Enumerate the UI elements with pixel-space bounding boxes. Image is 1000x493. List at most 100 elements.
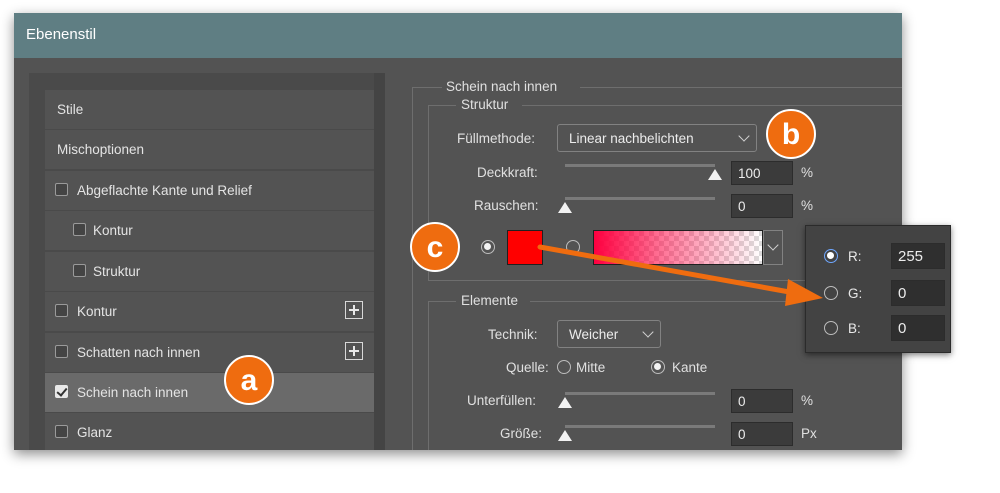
inner-shadow-checkbox[interactable]: [55, 345, 68, 358]
r-input[interactable]: 255: [891, 243, 945, 269]
style-item-stroke[interactable]: Kontur: [45, 292, 374, 331]
b-label: B:: [848, 321, 861, 336]
source-center-radio[interactable]: [557, 360, 571, 374]
noise-unit: %: [801, 198, 814, 213]
choke-value: 0: [738, 394, 746, 409]
size-label: Größe:: [500, 426, 543, 441]
blend-mode-label: Füllmethode:: [457, 131, 536, 146]
chevron-down-icon: [738, 130, 750, 142]
solid-color-radio[interactable]: [481, 240, 495, 254]
opacity-label: Deckkraft:: [477, 165, 538, 180]
r-label: R:: [848, 249, 862, 264]
bevel-emboss-checkbox[interactable]: [55, 183, 68, 196]
g-label: G:: [848, 286, 863, 301]
style-item-bevel-emboss[interactable]: Abgeflachte Kante und Relief: [45, 171, 374, 210]
opacity-slider-thumb[interactable]: [708, 169, 722, 180]
choke-unit: %: [801, 393, 814, 408]
b-value: 0: [898, 320, 907, 337]
inner-glow-checkbox[interactable]: [55, 385, 68, 398]
style-item-inner-glow[interactable]: Schein nach innen: [45, 373, 374, 412]
group-divider: [428, 301, 456, 302]
styles-scrollbar[interactable]: [374, 73, 385, 450]
opacity-value: 100: [738, 166, 761, 181]
glow-gradient-preview[interactable]: [593, 230, 763, 265]
annotation-badge-b: b: [766, 109, 816, 159]
choke-label: Unterfüllen:: [467, 393, 537, 408]
g-channel-radio[interactable]: [824, 286, 838, 300]
technique-value: Weicher: [569, 327, 619, 342]
style-item-label: Kontur: [77, 304, 117, 319]
style-item-label: Glanz: [77, 425, 113, 440]
style-item-bevel-texture[interactable]: Struktur: [45, 252, 374, 291]
style-item-stile[interactable]: Stile: [45, 90, 374, 129]
size-value: 0: [738, 427, 746, 442]
size-slider-track[interactable]: [565, 425, 715, 428]
style-item-label: Mischoptionen: [57, 142, 145, 157]
b-input[interactable]: 0: [891, 315, 945, 341]
style-item-satin[interactable]: Glanz: [45, 413, 374, 450]
style-item-label: Stile: [57, 102, 84, 117]
opacity-slider-track[interactable]: [565, 164, 715, 167]
style-item-label: Kontur: [93, 223, 133, 238]
style-item-bevel-contour[interactable]: Kontur: [45, 211, 374, 250]
size-input[interactable]: 0: [731, 422, 793, 446]
glow-color-swatch[interactable]: [507, 230, 543, 265]
gradient-radio[interactable]: [566, 240, 580, 254]
annotation-badge-a: a: [224, 355, 274, 405]
choke-slider-thumb[interactable]: [558, 397, 572, 408]
source-edge-radio[interactable]: [651, 360, 665, 374]
section-divider: [412, 87, 442, 88]
annotation-badge-c: c: [410, 222, 460, 272]
blend-mode-value: Linear nachbelichten: [569, 131, 694, 146]
choke-input[interactable]: 0: [731, 389, 793, 413]
gradient-dropdown[interactable]: [763, 230, 783, 265]
g-value: 0: [898, 285, 907, 302]
stroke-checkbox[interactable]: [55, 304, 68, 317]
elements-group-title: Elemente: [461, 293, 519, 308]
style-item-label: Schein nach innen: [77, 385, 189, 400]
choke-slider-track[interactable]: [565, 392, 715, 395]
group-divider: [530, 301, 805, 302]
rgb-color-popup: R: 255 G: 0 B: 0: [805, 225, 951, 353]
section-title: Schein nach innen: [446, 79, 558, 94]
opacity-input[interactable]: 100: [731, 161, 793, 185]
style-item-inner-shadow[interactable]: Schatten nach innen: [45, 333, 374, 372]
section-border: [412, 87, 413, 450]
add-inner-shadow-plus-icon[interactable]: [345, 342, 363, 360]
dialog-titlebar[interactable]: Ebenenstil: [14, 13, 902, 58]
source-label: Quelle:: [506, 360, 549, 375]
dialog-title: Ebenenstil: [26, 26, 97, 43]
size-slider-thumb[interactable]: [558, 430, 572, 441]
style-item-label: Struktur: [93, 264, 141, 279]
source-edge-label: Kante: [672, 360, 708, 375]
bevel-texture-checkbox[interactable]: [73, 264, 86, 277]
size-unit: Px: [801, 426, 817, 441]
blend-mode-select[interactable]: Linear nachbelichten: [557, 124, 757, 152]
group-border: [428, 301, 429, 450]
r-value: 255: [898, 248, 924, 265]
technique-label: Technik:: [488, 327, 538, 342]
style-item-label: Schatten nach innen: [77, 345, 201, 360]
technique-select[interactable]: Weicher: [557, 320, 661, 348]
style-item-label: Abgeflachte Kante und Relief: [77, 183, 252, 198]
r-channel-radio[interactable]: [824, 249, 838, 263]
styles-list-panel: Stile Mischoptionen Abgeflachte Kante un…: [29, 73, 385, 450]
structure-group-title: Struktur: [461, 97, 509, 112]
style-item-mischoptionen[interactable]: Mischoptionen: [45, 130, 374, 169]
g-input[interactable]: 0: [891, 280, 945, 306]
noise-label: Rauschen:: [474, 198, 539, 213]
noise-value: 0: [738, 199, 746, 214]
section-divider: [580, 87, 902, 88]
noise-slider-thumb[interactable]: [558, 202, 572, 213]
satin-checkbox[interactable]: [55, 425, 68, 438]
b-channel-radio[interactable]: [824, 321, 838, 335]
bevel-contour-checkbox[interactable]: [73, 223, 86, 236]
noise-slider-track[interactable]: [565, 197, 715, 200]
source-center-label: Mitte: [576, 360, 606, 375]
add-stroke-plus-icon[interactable]: [345, 301, 363, 319]
group-divider: [428, 105, 456, 106]
noise-input[interactable]: 0: [731, 194, 793, 218]
opacity-unit: %: [801, 165, 814, 180]
group-divider: [522, 105, 902, 106]
chevron-down-icon: [642, 326, 654, 338]
